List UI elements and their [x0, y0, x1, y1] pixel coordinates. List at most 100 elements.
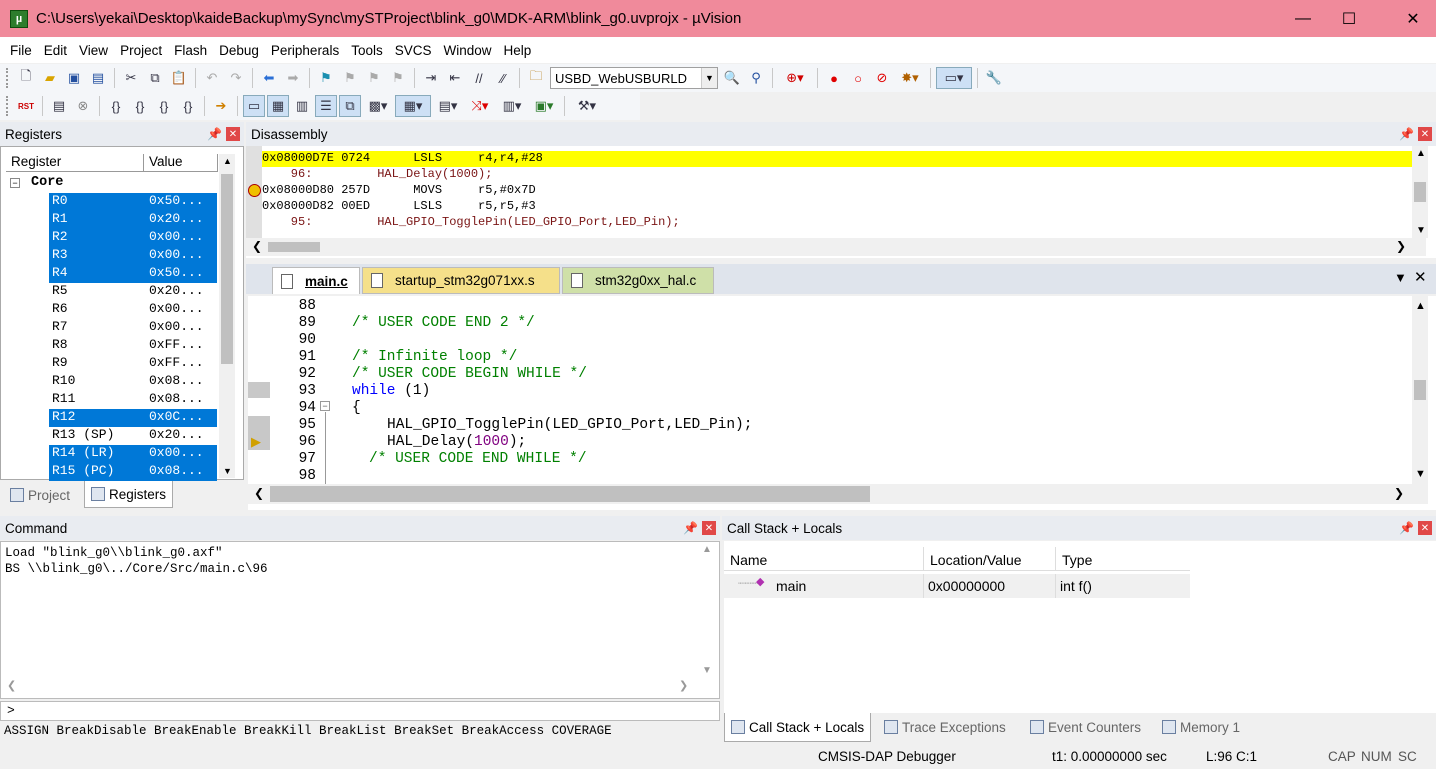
menu-svcs[interactable]: SVCS — [389, 43, 438, 58]
scroll-up-icon[interactable]: ▲ — [223, 156, 232, 166]
editor-hscroll[interactable]: ❮ ❯ — [248, 484, 1428, 504]
register-value[interactable]: 0x00... — [149, 247, 217, 265]
pin-icon[interactable]: 📌 — [1399, 521, 1414, 535]
open-folder-icon[interactable]: ▰ — [39, 67, 61, 89]
maximize-button[interactable]: ☐ — [1326, 0, 1372, 37]
step-icon[interactable]: {} — [105, 95, 127, 117]
menu-help[interactable]: Help — [498, 43, 538, 58]
register-value[interactable]: 0x20... — [149, 211, 217, 229]
call-stack-window-icon[interactable]: ⧉ — [339, 95, 361, 117]
redo-icon[interactable]: ↷ — [225, 67, 247, 89]
register-value[interactable]: 0xFF... — [149, 337, 217, 355]
column-value[interactable]: Value — [144, 154, 218, 171]
register-value[interactable]: 0x50... — [149, 265, 217, 283]
fold-toggle-icon[interactable]: − — [320, 401, 330, 411]
tab-callstack-locals[interactable]: Call Stack + Locals — [724, 713, 872, 742]
column-register[interactable]: Register — [6, 154, 144, 171]
column-type[interactable]: Type — [1056, 547, 1190, 570]
menu-flash[interactable]: Flash — [168, 43, 213, 58]
command-hscroll[interactable]: ❮ ❯ — [1, 678, 699, 696]
menu-window[interactable]: Window — [437, 43, 497, 58]
menu-peripherals[interactable]: Peripherals — [265, 43, 345, 58]
scroll-up-icon[interactable]: ▲ — [1416, 148, 1426, 159]
toolbar-grip[interactable] — [6, 68, 10, 88]
bookmark-clear-icon[interactable]: ⚑ — [387, 67, 409, 89]
debug-session-icon[interactable]: ⊕▾ — [778, 67, 812, 89]
register-row[interactable]: R4 0x50... — [49, 265, 217, 283]
find-icon[interactable]: 🔍 — [721, 67, 743, 89]
tab-main-c[interactable]: main.c — [272, 267, 360, 294]
register-value[interactable]: 0x20... — [149, 427, 217, 445]
uncomment-icon[interactable]: ⁄⁄ — [492, 67, 514, 89]
kill-breakpoints-icon[interactable]: ✸▾ — [895, 67, 925, 89]
menu-project[interactable]: Project — [114, 43, 168, 58]
target-combo[interactable]: USBD_WebUSBURLD ▼ — [550, 67, 718, 89]
show-next-statement-icon[interactable]: ➔ — [210, 95, 232, 117]
symbols-window-icon[interactable]: ▥ — [291, 95, 313, 117]
analysis-window-icon[interactable]: ⤨▾ — [465, 95, 495, 117]
configure-icon[interactable]: 🔧 — [983, 67, 1005, 89]
scroll-down-icon[interactable]: ▼ — [1416, 225, 1426, 236]
menu-edit[interactable]: Edit — [38, 43, 73, 58]
nav-back-icon[interactable]: ⬅ — [258, 67, 280, 89]
tab-list-dropdown-icon[interactable]: ▼ — [1394, 270, 1407, 285]
register-row[interactable]: R13 (SP) 0x20... — [49, 427, 217, 445]
save-all-icon[interactable]: ▤ — [87, 67, 109, 89]
scroll-thumb[interactable] — [1414, 182, 1426, 202]
close-icon[interactable]: ✕ — [1418, 521, 1432, 535]
close-button[interactable]: ✕ — [1390, 0, 1436, 37]
command-output[interactable]: Load "blink_g0\\blink_g0.axf" BS \\blink… — [0, 541, 720, 699]
scroll-thumb[interactable] — [268, 242, 320, 252]
scroll-right-icon[interactable]: ❯ — [679, 679, 688, 692]
register-value[interactable]: 0x08... — [149, 373, 217, 391]
scroll-left-icon[interactable]: ❮ — [252, 239, 262, 253]
callstack-row[interactable]: ┈┈┈ ◆ main 0x00000000 int f() — [724, 574, 1190, 598]
watch-window-icon[interactable]: ▩▾ — [363, 95, 393, 117]
chevron-down-icon[interactable]: ▼ — [701, 68, 717, 88]
register-row[interactable]: R12 0x0C... — [49, 409, 217, 427]
comment-icon[interactable]: // — [468, 67, 490, 89]
close-icon[interactable]: ✕ — [226, 127, 240, 141]
scroll-left-icon[interactable]: ❮ — [254, 486, 264, 500]
run-icon[interactable]: ▤ — [48, 95, 70, 117]
scroll-right-icon[interactable]: ❯ — [1396, 239, 1406, 253]
memory-window-icon[interactable]: ▦▾ — [395, 95, 431, 117]
registers-window-icon[interactable]: ☰ — [315, 95, 337, 117]
register-row[interactable]: R15 (PC) 0x08... — [49, 463, 217, 481]
save-icon[interactable]: ▣ — [63, 67, 85, 89]
copy-icon[interactable]: ⧉ — [144, 67, 166, 89]
reset-icon[interactable]: RST — [15, 95, 37, 117]
new-file-icon[interactable]: 🗋 — [15, 67, 37, 89]
tab-startup-s[interactable]: startup_stm32g071xx.s — [362, 267, 560, 294]
tab-trace-exceptions[interactable]: Trace Exceptions — [878, 714, 1012, 740]
code-editor[interactable]: ▶ 88 89 90 91 92 93 94 95 96 97 98 − /* … — [248, 296, 1436, 510]
scroll-thumb[interactable] — [1414, 380, 1426, 400]
pin-icon[interactable]: 📌 — [207, 127, 222, 141]
command-input[interactable]: > — [0, 701, 720, 721]
register-value[interactable]: 0x08... — [149, 391, 217, 409]
tab-registers[interactable]: Registers — [84, 481, 174, 508]
register-group-core[interactable]: Core — [31, 175, 63, 190]
register-value[interactable]: 0x50... — [149, 193, 217, 211]
editor-vscroll[interactable]: ▲ ▼ — [1412, 296, 1428, 484]
minimize-button[interactable]: — — [1280, 0, 1326, 37]
tab-project[interactable]: Project — [4, 482, 76, 508]
indent-icon[interactable]: ⇥ — [420, 67, 442, 89]
tab-hal-c[interactable]: stm32g0xx_hal.c — [562, 267, 714, 294]
undo-icon[interactable]: ↶ — [201, 67, 223, 89]
command-window-icon[interactable]: ▭ — [243, 95, 265, 117]
register-value[interactable]: 0x20... — [149, 283, 217, 301]
menu-file[interactable]: File — [4, 43, 38, 58]
pin-icon[interactable]: 📌 — [683, 521, 698, 535]
step-out-icon[interactable]: {} — [153, 95, 175, 117]
register-row[interactable]: R5 0x20... — [49, 283, 217, 301]
register-row[interactable]: R3 0x00... — [49, 247, 217, 265]
cut-icon[interactable]: ✂ — [120, 67, 142, 89]
register-row[interactable]: R9 0xFF... — [49, 355, 217, 373]
scroll-down-icon[interactable]: ▼ — [1415, 468, 1426, 480]
pin-icon[interactable]: 📌 — [1399, 127, 1414, 141]
register-row[interactable]: R7 0x00... — [49, 319, 217, 337]
scroll-left-icon[interactable]: ❮ — [7, 679, 16, 692]
scroll-up-icon[interactable]: ▲ — [702, 544, 712, 555]
serial-window-icon[interactable]: ▤▾ — [433, 95, 463, 117]
